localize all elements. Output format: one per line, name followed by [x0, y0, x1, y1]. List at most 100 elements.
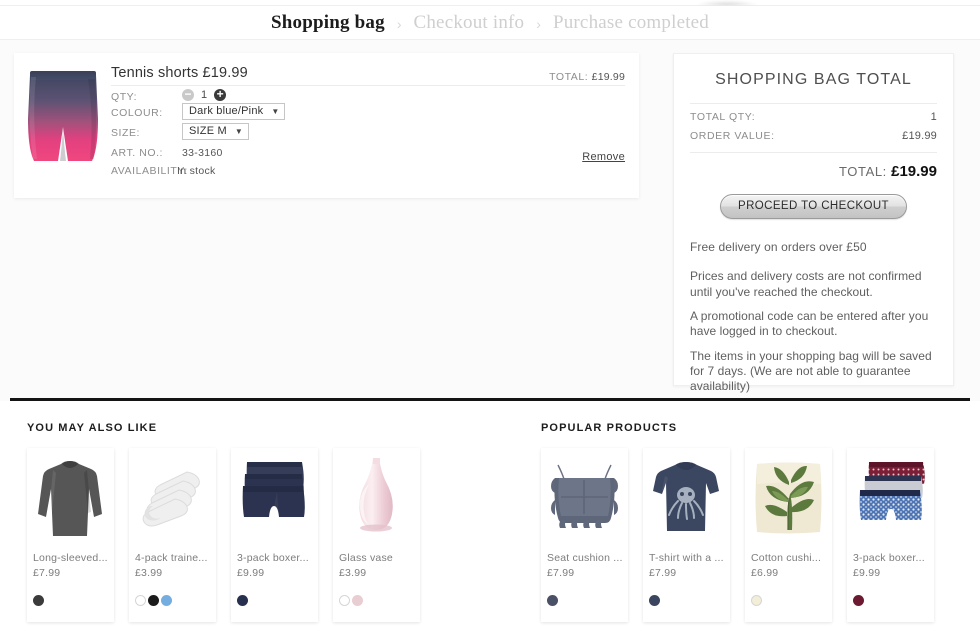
colour-swatch[interactable]	[148, 595, 159, 606]
product-card-name: 3-pack boxer...	[853, 552, 925, 564]
colour-swatch[interactable]	[751, 595, 762, 606]
cart-item-total-label: TOTAL:	[549, 71, 589, 83]
chevron-down-icon: ▼	[271, 106, 280, 116]
proceed-to-checkout-button[interactable]: PROCEED TO CHECKOUT	[720, 194, 907, 219]
product-card[interactable]: Glass vase £3.99	[333, 448, 420, 622]
cart-item-total-value: £19.99	[591, 71, 625, 83]
promo-code-note: A promotional code can be entered after …	[690, 308, 929, 339]
product-card-swatches[interactable]	[547, 595, 558, 606]
remove-item-link[interactable]: Remove	[582, 151, 625, 163]
colour-swatch[interactable]	[649, 595, 660, 606]
qty-label: QTY:	[111, 91, 138, 103]
chevron-right-icon: ›	[396, 15, 402, 32]
product-card-swatches[interactable]	[649, 595, 660, 606]
recommendations-section: YOU MAY ALSO LIKE Long-sleeved... £7.99	[0, 401, 980, 629]
colour-swatch[interactable]	[161, 595, 172, 606]
total-qty-row: TOTAL QTY: 1	[690, 104, 937, 123]
availability-value: In stock	[177, 165, 216, 177]
patterned-boxer-shorts-image	[847, 448, 934, 549]
breadcrumb-step-purchase-completed[interactable]: Purchase completed	[553, 12, 709, 34]
navy-boxer-shorts-image	[231, 448, 318, 549]
product-card-price: £9.99	[237, 567, 265, 579]
minus-glyph: −	[184, 87, 192, 101]
popular-products-strip: Seat cushion ... £7.99 T-shirt with a ..…	[541, 448, 934, 622]
colour-swatch[interactable]	[237, 595, 248, 606]
product-card[interactable]: Long-sleeved... £7.99	[27, 448, 114, 622]
size-label: SIZE:	[111, 127, 141, 139]
you-may-also-like-group: YOU MAY ALSO LIKE Long-sleeved... £7.99	[27, 401, 420, 622]
popular-products-heading: POPULAR PRODUCTS	[541, 422, 678, 434]
product-card-price: £7.99	[547, 567, 575, 579]
grand-total-label: TOTAL:	[838, 164, 887, 179]
quantity-value: 1	[201, 89, 208, 101]
product-card-swatches[interactable]	[237, 595, 248, 606]
order-value-amount: £19.99	[902, 130, 937, 142]
shopping-bag-total-panel: SHOPPING BAG TOTAL TOTAL QTY: 1 ORDER VA…	[673, 53, 954, 393]
plus-glyph: +	[216, 87, 224, 101]
totals-panel-title: SHOPPING BAG TOTAL	[715, 71, 912, 88]
top-partial-graphic	[697, 0, 757, 5]
chevron-right-icon: ›	[536, 15, 541, 32]
colour-swatch[interactable]	[33, 595, 44, 606]
product-card[interactable]: 3-pack boxer... £9.99	[847, 448, 934, 622]
bag-saved-note: The items in your shopping bag will be s…	[690, 348, 932, 394]
product-card-swatches[interactable]	[853, 595, 864, 606]
chevron-down-icon: ▼	[234, 126, 243, 136]
size-select[interactable]: SIZE M ▼	[182, 123, 249, 140]
product-card-name: 3-pack boxer...	[237, 552, 309, 564]
prices-note: Prices and delivery costs are not confir…	[690, 269, 922, 299]
increase-quantity-icon[interactable]: +	[214, 87, 227, 101]
product-card[interactable]: T-shirt with a ... £7.99	[643, 448, 730, 622]
page-root: Shopping bag › Checkout info › Purchase …	[0, 0, 980, 629]
total-qty-label: TOTAL QTY:	[690, 111, 756, 123]
colour-swatch[interactable]	[547, 595, 558, 606]
product-card[interactable]: Seat cushion ... £7.99	[541, 448, 628, 622]
colour-select[interactable]: Dark blue/Pink ▼	[182, 103, 286, 120]
decrease-quantity-icon[interactable]: −	[182, 87, 194, 101]
product-card-name: 4-pack traine...	[135, 552, 208, 564]
product-card-name: Seat cushion ...	[547, 552, 623, 564]
product-card[interactable]: Cotton cushi... £6.99	[745, 448, 832, 622]
size-select-value: SIZE M	[189, 125, 227, 137]
article-number-value: 33-3160	[182, 147, 223, 159]
colour-swatch[interactable]	[339, 595, 350, 606]
free-delivery-note: Free delivery on orders over £50	[690, 240, 867, 254]
product-card-name: Glass vase	[339, 552, 393, 564]
totals-info-block: Free delivery on orders over £50 Prices …	[690, 239, 937, 395]
product-card-swatches[interactable]	[33, 595, 44, 606]
trainer-socks-image	[129, 448, 216, 549]
product-card-name: Cotton cushi...	[751, 552, 822, 564]
product-card[interactable]: 4-pack traine... £3.99	[129, 448, 216, 622]
you-may-also-like-strip: Long-sleeved... £7.99 4-pack traine... £…	[27, 448, 420, 622]
colour-label: COLOUR:	[111, 107, 163, 119]
product-card[interactable]: 3-pack boxer... £9.99	[231, 448, 318, 622]
breadcrumb: Shopping bag › Checkout info › Purchase …	[0, 6, 980, 40]
product-card-price: £9.99	[853, 567, 881, 579]
article-number-label: ART. NO.:	[111, 147, 164, 159]
product-card-swatches[interactable]	[339, 595, 363, 606]
pink-glass-vase-image	[333, 448, 420, 549]
breadcrumb-step-checkout-info[interactable]: Checkout info	[413, 12, 524, 34]
product-card-price: £3.99	[339, 567, 367, 579]
colour-swatch[interactable]	[352, 595, 363, 606]
product-thumbnail[interactable]	[18, 57, 108, 175]
colour-swatch[interactable]	[135, 595, 146, 606]
product-card-swatches[interactable]	[751, 595, 762, 606]
product-card-price: £3.99	[135, 567, 163, 579]
breadcrumb-step-shopping-bag[interactable]: Shopping bag	[271, 12, 385, 34]
colour-swatch[interactable]	[853, 595, 864, 606]
order-value-row: ORDER VALUE: £19.99	[690, 123, 937, 142]
product-card-swatches[interactable]	[135, 595, 172, 606]
you-may-also-like-heading: YOU MAY ALSO LIKE	[27, 422, 158, 434]
cart-item-title[interactable]: Tennis shorts £19.99	[111, 65, 248, 81]
palm-cushion-image	[745, 448, 832, 549]
product-card-price: £6.99	[751, 567, 779, 579]
cart-item-card: Tennis shorts £19.99 TOTAL: £19.99 QTY: …	[14, 53, 639, 198]
grand-total-row: TOTAL: £19.99	[690, 153, 937, 180]
quantity-stepper[interactable]: − 1 +	[182, 87, 227, 101]
long-sleeve-top-image	[27, 448, 114, 549]
product-card-name: Long-sleeved...	[33, 552, 108, 564]
checkout-button-wrapper: PROCEED TO CHECKOUT	[674, 194, 953, 219]
order-value-label: ORDER VALUE:	[690, 130, 775, 142]
total-qty-value: 1	[930, 111, 937, 123]
